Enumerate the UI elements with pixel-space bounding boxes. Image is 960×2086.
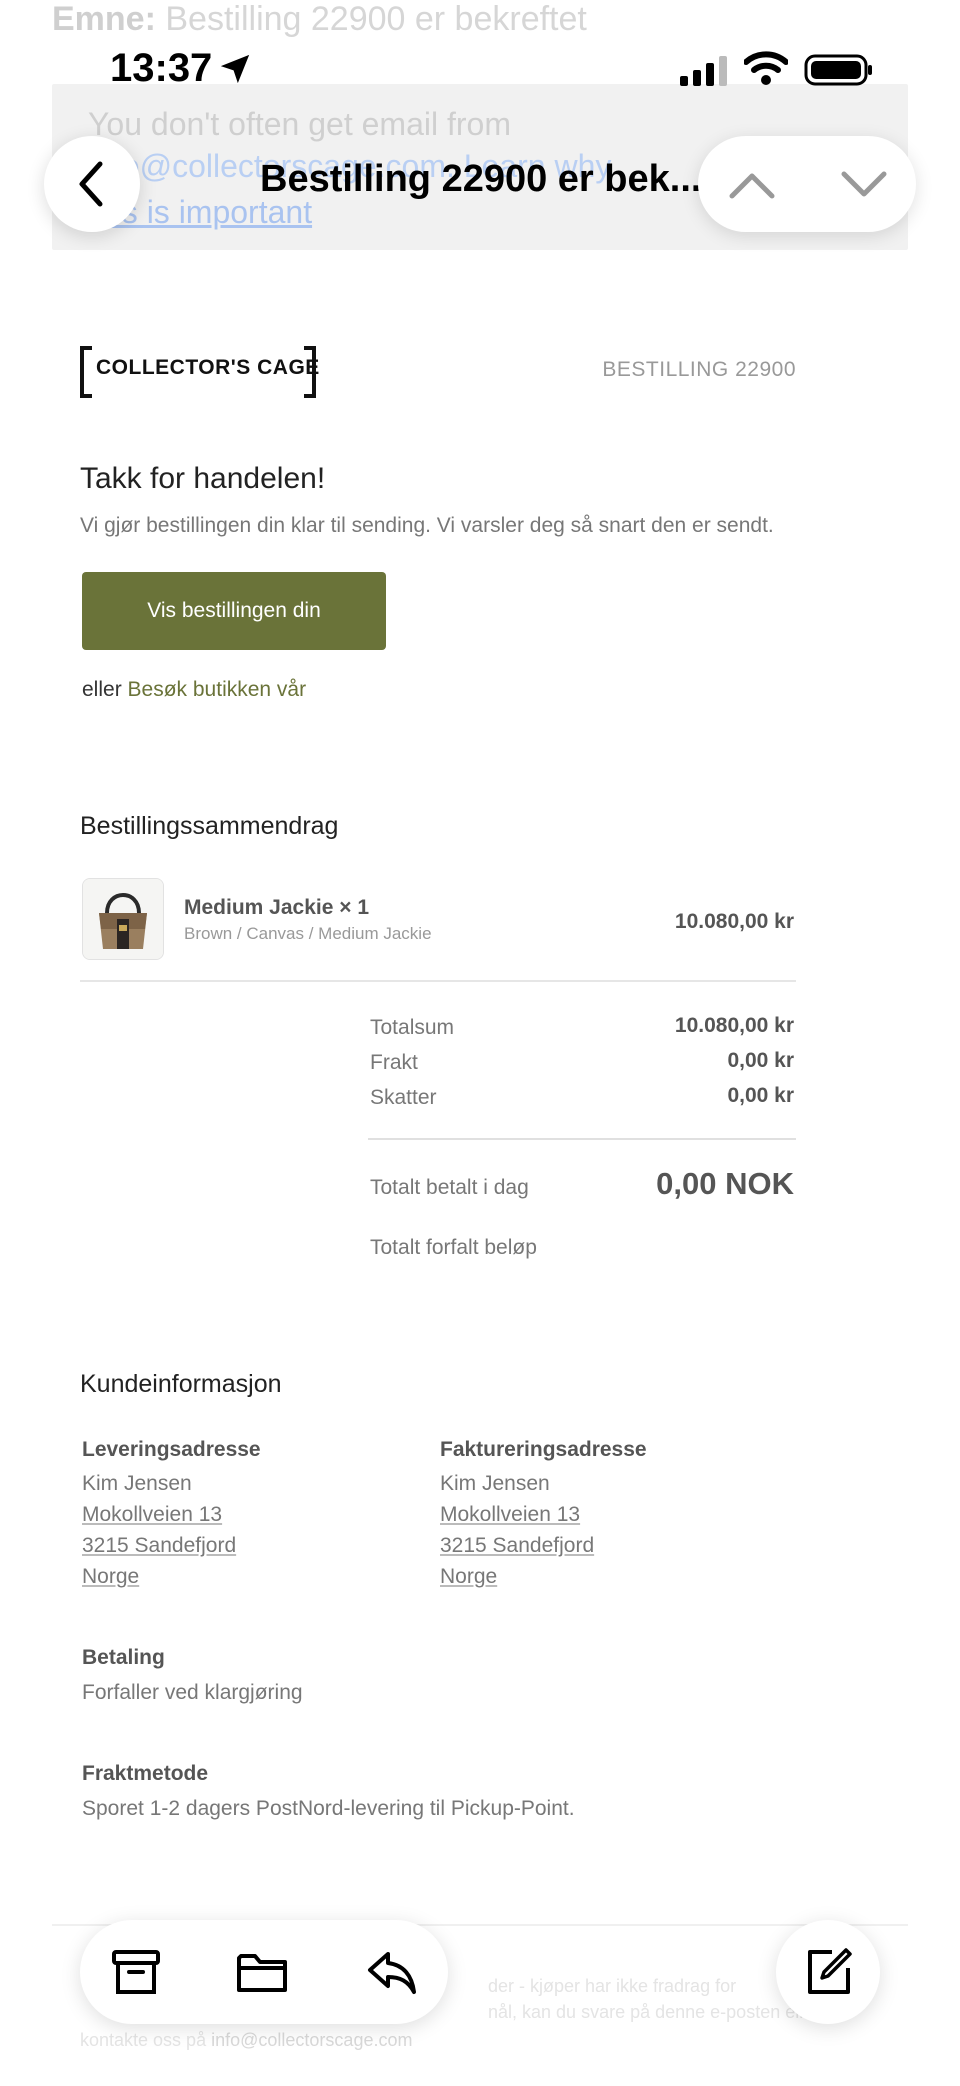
footer-contact-text: kontakte oss på: [80, 2030, 207, 2050]
item-name: Medium Jackie × 1: [184, 896, 370, 919]
subtotal-value: 10.080,00 kr: [674, 1014, 794, 1037]
billing-city[interactable]: 3215 Sandefjord: [440, 1534, 594, 1558]
customer-info-title: Kundeinformasjon: [80, 1370, 282, 1398]
or-text: eller: [82, 678, 122, 701]
shipping-label: Frakt: [370, 1051, 418, 1074]
brand-name: COLLECTOR'S CAGE: [96, 356, 320, 379]
chevron-left-icon: [79, 161, 103, 207]
footer-email-link[interactable]: info@collectorscage.com: [211, 2030, 412, 2050]
background-subject: Emne: Bestilling 22900 er bekreftet: [52, 0, 587, 38]
tax-value: 0,00 kr: [727, 1084, 794, 1107]
shipping-city[interactable]: 3215 Sandefjord: [82, 1534, 236, 1558]
shipping-street[interactable]: Mokollveien 13: [82, 1503, 222, 1527]
payment-heading: Betaling: [82, 1646, 165, 1669]
billing-street[interactable]: Mokollveien 13: [440, 1503, 580, 1527]
reply-icon[interactable]: [366, 1946, 418, 1998]
status-time: 13:37: [110, 46, 213, 90]
mail-action-toolbar: [80, 1920, 448, 2024]
chevron-down-icon[interactable]: [838, 158, 890, 210]
shipping-address-heading: Leveringsadresse: [82, 1438, 261, 1461]
battery-icon: [804, 54, 872, 86]
handbag-image: [83, 879, 163, 959]
thanks-heading: Takk for handelen!: [80, 462, 326, 495]
payment-value: Forfaller ved klargjøring: [82, 1681, 303, 1704]
compose-button[interactable]: [776, 1920, 880, 2024]
shipping-value: 0,00 kr: [727, 1049, 794, 1072]
order-summary-title: Bestillingssammendrag: [80, 812, 339, 840]
subtotal-label: Totalsum: [370, 1016, 455, 1039]
item-price: 10.080,00 kr: [674, 910, 794, 933]
folder-icon[interactable]: [236, 1946, 288, 1998]
wifi-icon: [744, 51, 788, 85]
footer-line-1: der - kjøper har ikke fradrag for: [488, 1976, 737, 1996]
cellular-signal-icon: [680, 56, 727, 86]
archive-icon[interactable]: [110, 1946, 162, 1998]
back-button[interactable]: [44, 136, 140, 232]
chevron-up-icon[interactable]: [726, 158, 778, 210]
paid-today-label: Totalt betalt i dag: [370, 1176, 529, 1199]
shipping-country[interactable]: Norge: [82, 1565, 139, 1589]
footer-line-2: nål, kan du svare på denne e-posten elle…: [488, 2002, 820, 2022]
message-navigator: [698, 136, 916, 232]
amount-due-label: Totalt forfalt beløp: [370, 1236, 537, 1259]
view-order-button[interactable]: Vis bestillingen din: [82, 572, 386, 650]
store-link-line: eller Besøk butikken vår: [82, 678, 306, 702]
notice-line-1: You don't often get email from: [88, 106, 511, 142]
item-variant: Brown / Canvas / Medium Jackie: [184, 924, 432, 943]
summary-divider: [80, 980, 796, 982]
billing-address-heading: Faktureringsadresse: [440, 1438, 647, 1461]
intro-text: Vi gjør bestillingen din klar til sendin…: [80, 514, 774, 537]
shipping-method-heading: Fraktmetode: [82, 1762, 209, 1785]
compose-icon: [808, 1948, 852, 1994]
nav-title: Bestilling 22900 er bek...: [260, 158, 702, 200]
totals-divider: [368, 1138, 796, 1140]
product-image[interactable]: [82, 878, 164, 960]
location-arrow-icon: [220, 54, 250, 84]
shipping-method-value: Sporet 1-2 dagers PostNord-levering til …: [82, 1797, 575, 1820]
visit-store-link[interactable]: Besøk butikken vår: [128, 678, 307, 701]
shipping-name: Kim Jensen: [82, 1472, 192, 1495]
brand-logo: COLLECTOR'S CAGE: [80, 346, 319, 398]
footer-line-3: kontakte oss på info@collectorscage.com: [80, 2030, 412, 2051]
paid-today-value: 0,00 NOK: [656, 1166, 794, 1201]
order-number: BESTILLING 22900: [602, 358, 796, 381]
billing-name: Kim Jensen: [440, 1472, 550, 1495]
billing-country[interactable]: Norge: [440, 1565, 497, 1589]
tax-label: Skatter: [370, 1086, 437, 1109]
